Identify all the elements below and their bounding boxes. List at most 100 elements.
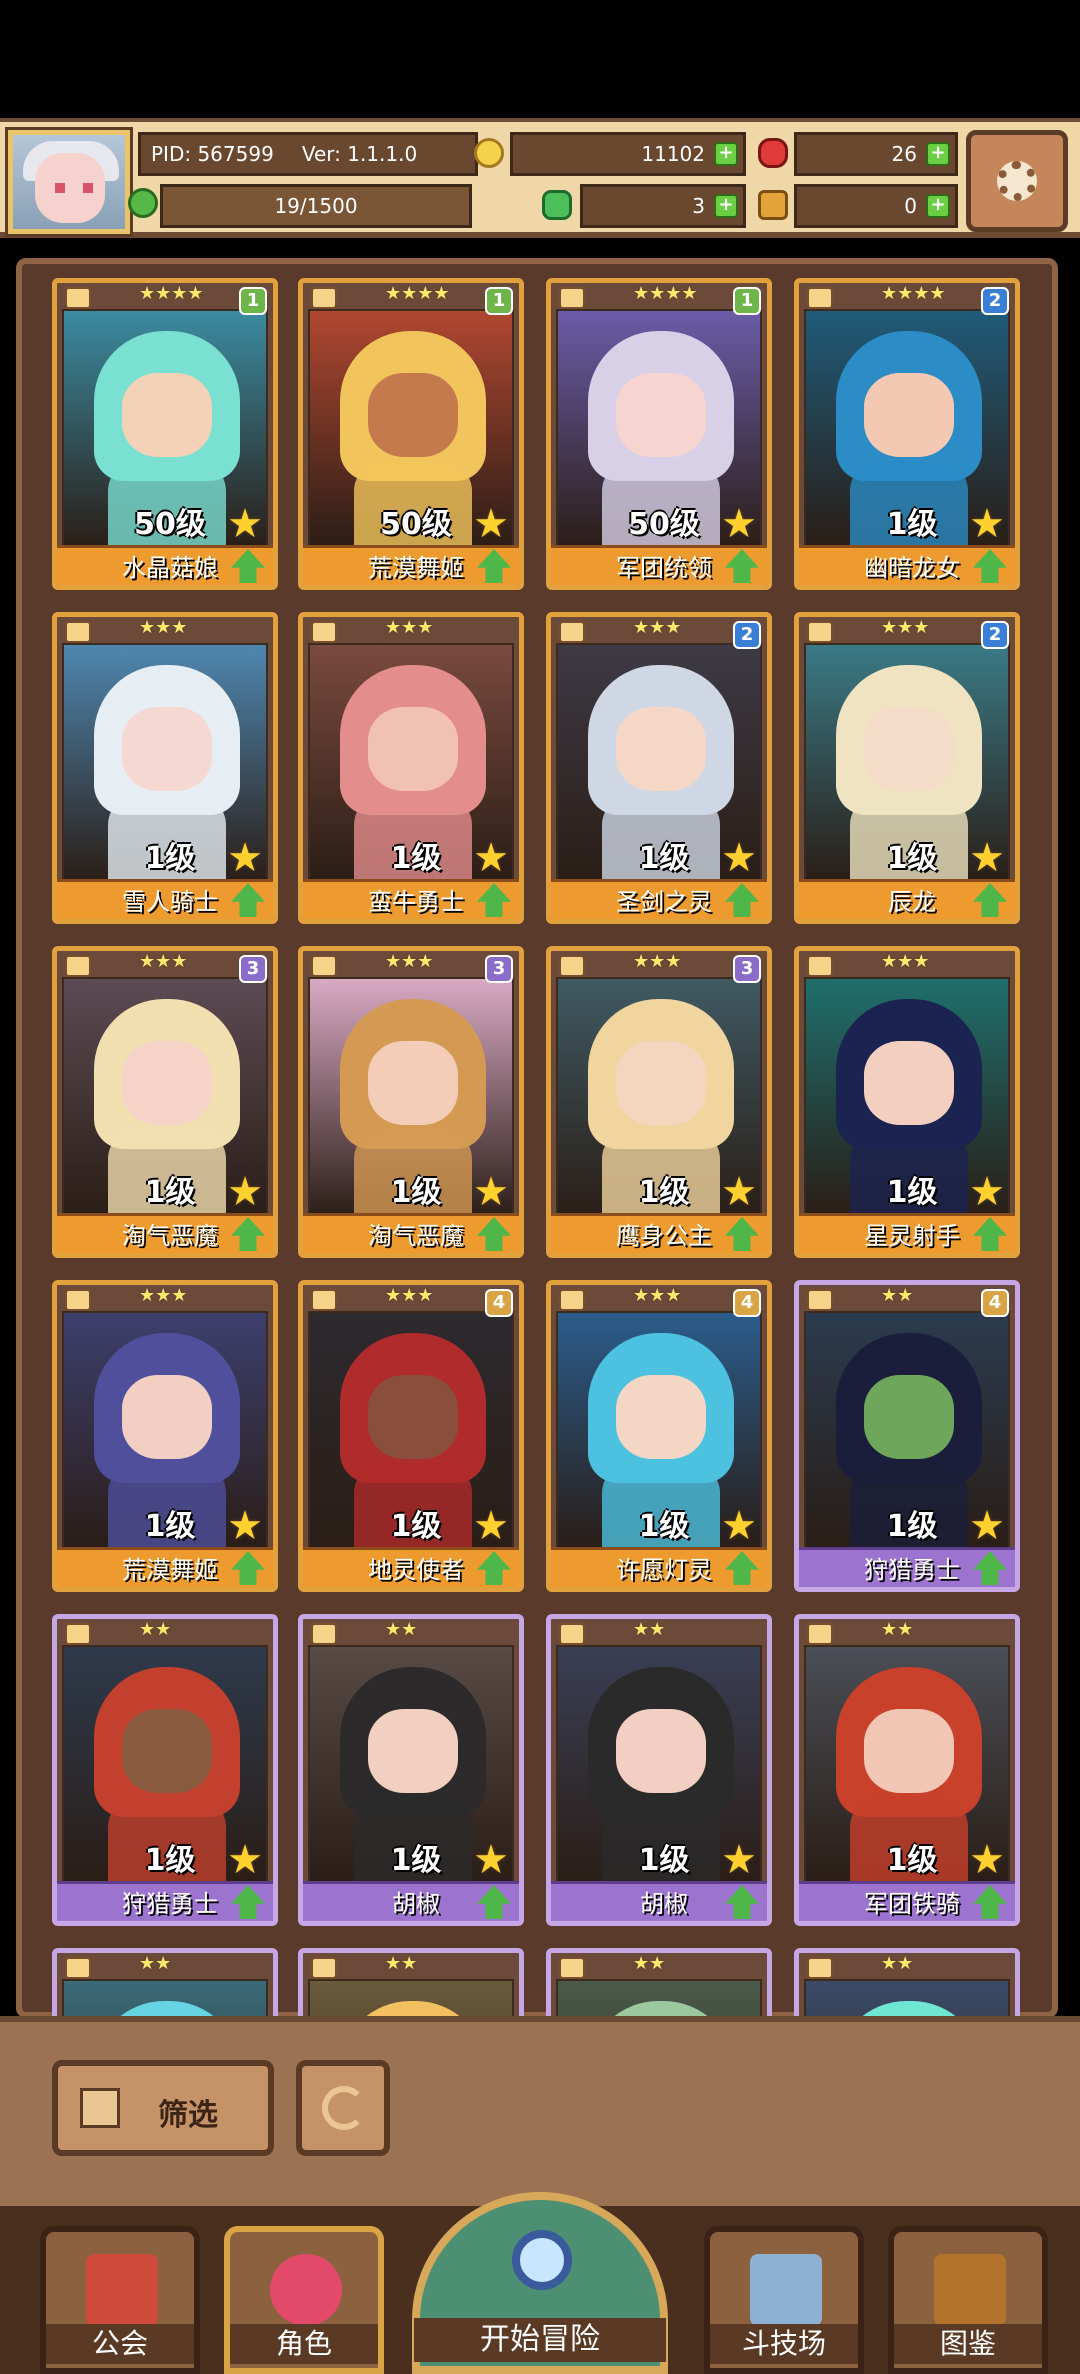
- crossed-swords-icon: [750, 2254, 822, 2326]
- character-card[interactable]: ★★: [794, 1948, 1020, 2018]
- nav-arena[interactable]: 斗技场: [704, 2226, 864, 2374]
- gold-coin-icon: [474, 138, 504, 168]
- rarity-stars: ★★: [881, 1285, 914, 1306]
- star-upgrade-icon: ★: [227, 1503, 263, 1549]
- character-card[interactable]: ★★★★ 2 1级 ★ 幽暗龙女: [794, 278, 1020, 590]
- nav-codex-label: 图鉴: [894, 2324, 1042, 2364]
- avatar-face: [35, 153, 105, 223]
- nav-guild[interactable]: 公会: [40, 2226, 200, 2374]
- character-card[interactable]: ★★: [546, 1948, 772, 2018]
- nav-arena-label: 斗技场: [710, 2324, 858, 2364]
- character-card[interactable]: ★★★ 4 1级 ★ 许愿灯灵: [546, 1280, 772, 1592]
- rarity-stars: ★★★★: [385, 283, 450, 304]
- character-card[interactable]: ★★: [298, 1948, 524, 2018]
- character-card[interactable]: ★★★ 1级 ★ 蛮牛勇士: [298, 612, 524, 924]
- rarity-stars: ★★★: [633, 617, 682, 638]
- weapon-type-icon: [65, 955, 91, 977]
- character-card[interactable]: ★★★★ 1 50级 ★ 水晶菇娘: [52, 278, 278, 590]
- weapon-type-icon: [559, 1623, 585, 1645]
- weapon-type-icon: [559, 621, 585, 643]
- clover-amount: 3: [692, 194, 705, 218]
- weapon-type-icon: [559, 287, 585, 309]
- settings-button[interactable]: [966, 130, 1068, 232]
- character-card[interactable]: ★★ 1级 ★ 军团铁骑: [794, 1614, 1020, 1926]
- star-upgrade-icon: ★: [227, 501, 263, 547]
- guild-building-icon: [86, 2254, 158, 2326]
- add-key-plus-icon[interactable]: +: [926, 194, 950, 218]
- character-face: [864, 373, 954, 457]
- weapon-type-icon: [311, 621, 337, 643]
- star-upgrade-icon: ★: [969, 1169, 1005, 1215]
- character-card[interactable]: ★★★ 3 1级 ★ 淘气恶魔: [52, 946, 278, 1258]
- character-face: [122, 1709, 212, 1793]
- avatar-eye-right: [83, 183, 93, 193]
- character-card[interactable]: ★★: [52, 1948, 278, 2018]
- energy-icon: [128, 188, 158, 218]
- character-card[interactable]: ★★★ 2 1级 ★ 辰龙: [794, 612, 1020, 924]
- filter-button[interactable]: 筛选: [52, 2060, 274, 2156]
- character-card[interactable]: ★★★ 1级 ★ 荒漠舞姬: [52, 1280, 278, 1592]
- character-face: [616, 707, 706, 791]
- filter-label: 筛选: [158, 2098, 218, 2133]
- weapon-type-icon: [807, 287, 833, 309]
- character-card[interactable]: ★★★★ 1 50级 ★ 军团统领: [546, 278, 772, 590]
- character-card[interactable]: ★★★ 4 1级 ★ 地灵使者: [298, 1280, 524, 1592]
- weapon-type-icon: [807, 1957, 833, 1979]
- character-card[interactable]: ★★★ 2 1级 ★ 圣剑之灵: [546, 612, 772, 924]
- start-adventure-label: 开始冒险: [414, 2318, 666, 2362]
- character-card[interactable]: ★★ 4 1级 ★ 狩猎勇士: [794, 1280, 1020, 1592]
- weapon-type-icon: [311, 1623, 337, 1645]
- rarity-stars: ★★★★: [139, 283, 204, 304]
- gold-amount: 11102: [641, 142, 705, 166]
- energy-bar: 19/1500: [160, 184, 472, 228]
- player-avatar[interactable]: [8, 130, 130, 234]
- character-card[interactable]: ★★ 1级 ★ 胡椒: [546, 1614, 772, 1926]
- tier-badge: 3: [733, 955, 761, 983]
- character-card[interactable]: ★★★ 3 1级 ★ 淘气恶魔: [298, 946, 524, 1258]
- star-upgrade-icon: ★: [227, 1837, 263, 1883]
- character-card[interactable]: ★★★ 1级 ★ 雪人骑士: [52, 612, 278, 924]
- character-card[interactable]: ★★ 1级 ★ 胡椒: [298, 1614, 524, 1926]
- rarity-stars: ★★★: [139, 951, 188, 972]
- tier-badge: 1: [733, 287, 761, 315]
- weapon-type-icon: [311, 1289, 337, 1311]
- add-gem-plus-icon[interactable]: +: [926, 142, 950, 166]
- avatar-eye-left: [55, 183, 65, 193]
- tier-badge: 4: [733, 1289, 761, 1317]
- character-face: [864, 1041, 954, 1125]
- tier-badge: 3: [485, 955, 513, 983]
- gold-counter: 11102: [510, 132, 746, 176]
- nav-codex[interactable]: 图鉴: [888, 2226, 1048, 2374]
- character-card[interactable]: ★★★ 1级 ★ 星灵射手: [794, 946, 1020, 1258]
- weapon-type-icon: [559, 1289, 585, 1311]
- character-card[interactable]: ★★ 1级 ★ 狩猎勇士: [52, 1614, 278, 1926]
- character-face: [616, 373, 706, 457]
- weapon-type-icon: [559, 955, 585, 977]
- clover-icon: [542, 190, 572, 220]
- rarity-stars: ★★: [881, 1953, 914, 1974]
- rarity-stars: ★★★: [139, 617, 188, 638]
- weapon-type-icon: [807, 1289, 833, 1311]
- character-card[interactable]: ★★★ 3 1级 ★ 鹰身公主: [546, 946, 772, 1258]
- character-face: [122, 707, 212, 791]
- energy-amount: 19/1500: [274, 194, 358, 218]
- character-face: [864, 1375, 954, 1459]
- character-face: [122, 1041, 212, 1125]
- add-gold-plus-icon[interactable]: +: [714, 142, 738, 166]
- star-upgrade-icon: ★: [227, 835, 263, 881]
- key-icon: [758, 190, 788, 220]
- star-upgrade-icon: ★: [721, 835, 757, 881]
- magnifier-map-icon: [512, 2230, 572, 2290]
- character-face: [368, 1709, 458, 1793]
- add-clover-plus-icon[interactable]: +: [714, 194, 738, 218]
- nav-characters[interactable]: 角色: [224, 2226, 384, 2374]
- weapon-type-icon: [311, 287, 337, 309]
- character-portrait: [62, 1979, 268, 2018]
- character-portrait: [308, 1979, 514, 2018]
- character-card[interactable]: ★★★★ 1 50级 ★ 荒漠舞姬: [298, 278, 524, 590]
- star-upgrade-icon: ★: [721, 1169, 757, 1215]
- character-portrait: [556, 1979, 762, 2018]
- reset-filter-button[interactable]: [296, 2060, 390, 2156]
- rarity-stars: ★★: [385, 1619, 418, 1640]
- star-upgrade-icon: ★: [721, 1837, 757, 1883]
